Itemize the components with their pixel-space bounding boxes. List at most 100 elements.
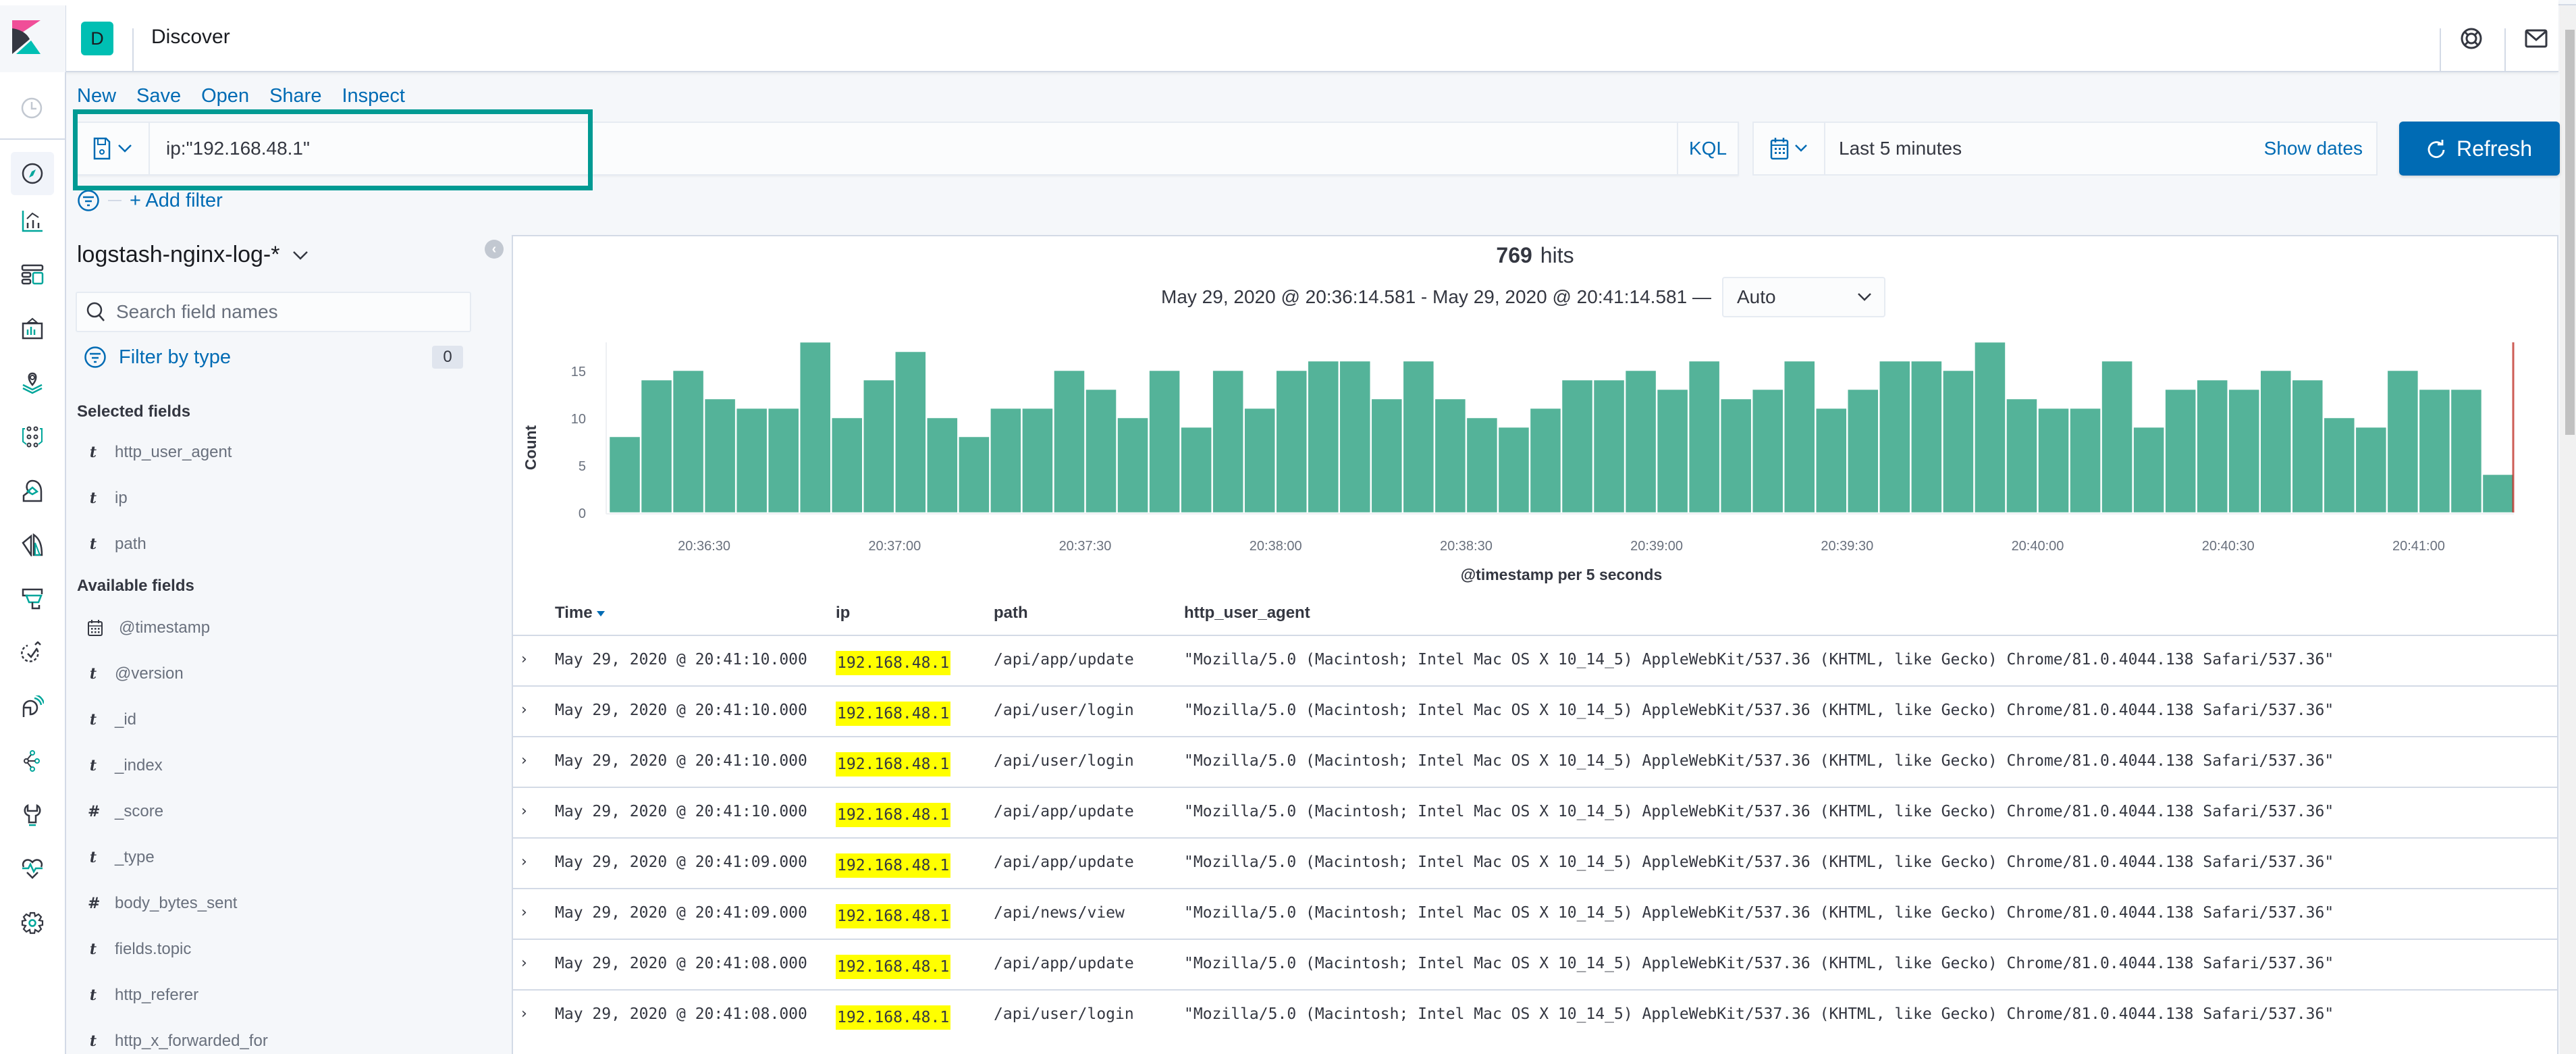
histogram-bar[interactable] <box>2038 408 2069 513</box>
histogram-bar[interactable] <box>1434 398 1466 513</box>
histogram-bar[interactable] <box>768 408 799 513</box>
histogram-bar[interactable] <box>2228 389 2259 513</box>
histogram-bar[interactable] <box>2006 398 2037 513</box>
histogram-bar[interactable] <box>704 398 736 513</box>
filter-options-icon[interactable] <box>77 189 100 212</box>
histogram-bar[interactable] <box>1975 342 2006 513</box>
expand-row-icon[interactable]: › <box>521 853 527 870</box>
nav-siem[interactable] <box>16 475 49 507</box>
add-filter-button[interactable]: + Add filter <box>130 190 223 212</box>
expand-row-icon[interactable]: › <box>521 904 527 921</box>
table-row[interactable]: › May 29, 2020 @ 20:41:10.000 192.168.48.1… <box>512 736 2558 787</box>
table-row[interactable]: › May 29, 2020 @ 20:41:09.000 192.168.48.1… <box>512 837 2558 888</box>
field-item[interactable]: t fields.topic <box>88 940 191 959</box>
histogram-bar[interactable] <box>2101 361 2132 513</box>
histogram-bar[interactable] <box>736 408 768 513</box>
table-row[interactable]: › May 29, 2020 @ 20:41:10.000 192.168.48.1… <box>512 787 2558 837</box>
histogram-bar[interactable] <box>959 436 990 513</box>
histogram-bar[interactable] <box>2387 370 2419 513</box>
histogram-bar[interactable] <box>1593 379 1625 513</box>
nav-logs[interactable] <box>16 529 49 561</box>
histogram-bar[interactable] <box>831 417 863 513</box>
field-item[interactable]: t ip <box>88 489 128 508</box>
histogram-bar[interactable] <box>2260 370 2292 513</box>
query-language-button[interactable]: KQL <box>1677 123 1738 174</box>
field-item[interactable]: t http_referer <box>88 986 198 1005</box>
histogram-bar[interactable] <box>1530 408 1561 513</box>
nav-dev-tools[interactable] <box>16 799 49 831</box>
histogram-bar[interactable] <box>1149 370 1180 513</box>
column-header-path[interactable]: path <box>994 604 1028 623</box>
histogram-bar[interactable] <box>2324 417 2355 513</box>
mail-icon[interactable] <box>2525 27 2548 50</box>
histogram-bar[interactable] <box>1848 389 1879 513</box>
field-item[interactable]: # _score <box>88 802 163 821</box>
field-item[interactable]: t @version <box>88 664 184 683</box>
histogram-bar[interactable] <box>1339 361 1371 513</box>
histogram-bar[interactable] <box>641 379 672 513</box>
histogram-bar[interactable] <box>2355 427 2387 513</box>
nav-monitoring[interactable] <box>16 853 49 885</box>
collapse-sidebar-button[interactable]: ‹ <box>485 240 504 259</box>
page-scrollbar-thumb[interactable] <box>2565 30 2575 435</box>
histogram-bar[interactable] <box>1625 370 1657 513</box>
expand-row-icon[interactable]: › <box>521 1005 527 1022</box>
table-row[interactable]: › May 29, 2020 @ 20:41:10.000 192.168.48.1… <box>512 685 2558 736</box>
help-icon[interactable] <box>2460 27 2483 50</box>
nav-canvas[interactable] <box>16 313 49 345</box>
histogram-bar[interactable] <box>1054 370 1085 513</box>
histogram-bar[interactable] <box>1688 361 1720 513</box>
field-item[interactable]: t _index <box>88 756 163 775</box>
histogram-bar[interactable] <box>672 370 704 513</box>
nav-recently-viewed[interactable] <box>0 72 65 140</box>
histogram-bar[interactable] <box>1561 379 1593 513</box>
open-link[interactable]: Open <box>201 85 249 107</box>
histogram-bar[interactable] <box>1308 361 1339 513</box>
histogram-bar[interactable] <box>1276 370 1307 513</box>
histogram-bar[interactable] <box>927 417 958 513</box>
filter-by-type-button[interactable]: Filter by type <box>84 346 231 369</box>
histogram-bar[interactable] <box>1371 398 1403 513</box>
expand-row-icon[interactable]: › <box>521 752 527 769</box>
histogram-bar[interactable] <box>1022 408 1053 513</box>
histogram-bar[interactable] <box>799 342 831 513</box>
nav-machine-learning[interactable] <box>16 421 49 453</box>
histogram-bar[interactable] <box>1181 427 1212 513</box>
histogram-bar[interactable] <box>2450 389 2482 513</box>
nav-visualize[interactable] <box>16 205 49 237</box>
inspect-link[interactable]: Inspect <box>342 85 405 107</box>
histogram-bar[interactable] <box>1752 389 1783 513</box>
histogram-bar[interactable] <box>2292 379 2324 513</box>
histogram-bar[interactable] <box>1117 417 1148 513</box>
nav-maps[interactable] <box>16 367 49 399</box>
expand-row-icon[interactable]: › <box>521 702 527 718</box>
nav-infrastructure[interactable] <box>16 583 49 615</box>
histogram-chart[interactable]: 0 5 10 15 20:36:30 20:37:00 20:37:30 20:38:00 20… <box>513 236 2560 594</box>
nav-apm[interactable] <box>16 691 49 723</box>
histogram-bar[interactable] <box>1466 417 1498 513</box>
histogram-bar[interactable] <box>1244 408 1275 513</box>
field-item[interactable]: # body_bytes_sent <box>88 894 237 913</box>
field-item[interactable]: t path <box>88 535 146 554</box>
column-header-http-user-agent[interactable]: http_user_agent <box>1184 604 1310 623</box>
histogram-bar[interactable] <box>1911 361 1942 513</box>
field-item[interactable]: t http_x_forwarded_for <box>88 1032 268 1051</box>
refresh-button[interactable]: Refresh <box>2399 122 2560 176</box>
histogram-bar[interactable] <box>990 408 1021 513</box>
expand-row-icon[interactable]: › <box>521 803 527 820</box>
histogram-bar[interactable] <box>1657 389 1688 513</box>
histogram-bar[interactable] <box>2165 389 2196 513</box>
column-header-ip[interactable]: ip <box>836 604 850 623</box>
quick-select-button[interactable] <box>1754 123 1825 174</box>
histogram-bar[interactable] <box>863 379 894 513</box>
field-item[interactable]: t _type <box>88 848 155 867</box>
histogram-bar[interactable] <box>609 436 641 513</box>
saved-query-button[interactable] <box>77 123 150 174</box>
nav-dashboard[interactable] <box>16 259 49 291</box>
histogram-bar[interactable] <box>1720 398 1752 513</box>
nav-uptime[interactable] <box>16 637 49 669</box>
date-range-text[interactable]: Last 5 minutes <box>1825 138 2264 159</box>
histogram-bar[interactable] <box>2133 427 2164 513</box>
kibana-logo-icon[interactable] <box>12 20 41 54</box>
histogram-bar[interactable] <box>2419 389 2450 513</box>
